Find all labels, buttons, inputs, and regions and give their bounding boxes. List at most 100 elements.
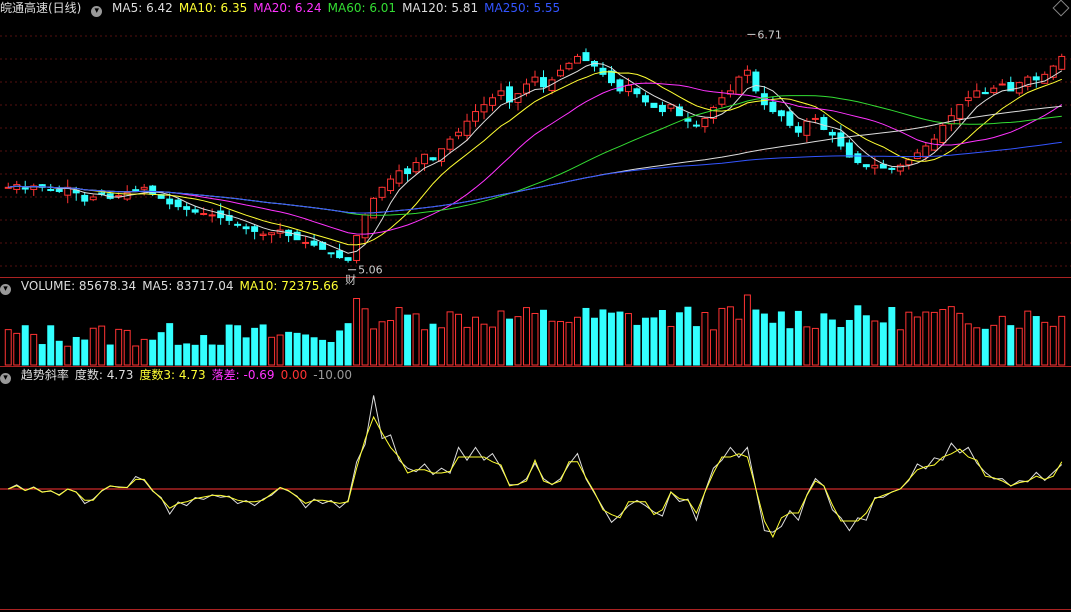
candle-body bbox=[582, 52, 590, 62]
volume-bar bbox=[735, 318, 743, 366]
volume-bar bbox=[140, 338, 148, 366]
volume-bar bbox=[990, 324, 998, 366]
volume-bar bbox=[157, 332, 165, 366]
candle-body bbox=[353, 235, 361, 261]
volume-bar bbox=[421, 329, 429, 366]
low-label: 5.06 bbox=[358, 264, 383, 277]
volume-bar bbox=[624, 313, 632, 366]
candle-body bbox=[845, 142, 853, 158]
candle-body bbox=[811, 117, 819, 120]
candle-body bbox=[81, 194, 89, 202]
candle-body bbox=[268, 232, 276, 236]
volume-bar bbox=[268, 336, 276, 366]
volume-bar bbox=[811, 327, 819, 366]
candle-body bbox=[378, 186, 386, 198]
candle-body bbox=[769, 101, 777, 113]
candle-body bbox=[183, 206, 191, 210]
volume-bar bbox=[276, 334, 284, 366]
candle-body bbox=[47, 189, 55, 192]
volume-bar bbox=[947, 306, 955, 366]
candle-body bbox=[871, 164, 879, 169]
candle-body bbox=[752, 71, 760, 92]
candle-body bbox=[446, 138, 454, 150]
candle-body bbox=[523, 83, 530, 94]
volume-bar bbox=[1041, 321, 1049, 366]
volume-bar bbox=[701, 312, 709, 366]
volume-bar bbox=[641, 317, 649, 366]
candle-body bbox=[421, 153, 429, 165]
volume-bar bbox=[353, 298, 361, 366]
candle-body bbox=[998, 83, 1006, 86]
volume-bar bbox=[862, 315, 870, 366]
candle-body bbox=[743, 69, 751, 76]
candle-body bbox=[208, 214, 216, 217]
candle-body bbox=[607, 70, 615, 84]
volume-bar bbox=[845, 319, 853, 366]
candle-body bbox=[658, 104, 666, 113]
volume-bar bbox=[446, 311, 454, 366]
volume-bar bbox=[429, 323, 437, 366]
volume-bar bbox=[497, 310, 505, 366]
volume-bar bbox=[540, 309, 547, 366]
volume-bar bbox=[565, 321, 573, 366]
volume-bar bbox=[174, 344, 182, 366]
volume-bar bbox=[956, 312, 964, 366]
volume-bar bbox=[438, 327, 446, 366]
volume-bar bbox=[879, 322, 887, 366]
candle-body bbox=[718, 97, 726, 105]
volume-bar bbox=[404, 314, 412, 366]
ma10-line bbox=[8, 71, 1062, 246]
candle-body bbox=[395, 170, 403, 184]
candle-body bbox=[472, 111, 480, 122]
candle-body bbox=[166, 198, 174, 205]
volume-bar bbox=[38, 344, 46, 366]
finance-mark: 财 bbox=[345, 273, 356, 287]
candle-body bbox=[574, 55, 581, 64]
volume-bar bbox=[200, 335, 208, 366]
chart-canvas[interactable]: 6.71 5.06财 bbox=[0, 0, 1071, 612]
volume-bar bbox=[998, 315, 1006, 366]
candle-body bbox=[200, 213, 208, 216]
candle-body bbox=[599, 67, 607, 75]
volume-bar bbox=[675, 312, 683, 366]
volume-bar bbox=[30, 333, 38, 366]
volume-bar bbox=[293, 332, 301, 366]
volume-bar bbox=[455, 313, 463, 366]
candle-body bbox=[412, 162, 420, 173]
candle-body bbox=[956, 104, 964, 119]
candle-body bbox=[837, 132, 845, 147]
volume-bar bbox=[64, 345, 72, 366]
volume-bar bbox=[760, 313, 768, 366]
volume-bar bbox=[387, 320, 395, 366]
candle-body bbox=[820, 117, 828, 130]
candle-body bbox=[922, 145, 930, 158]
volume-bar bbox=[854, 305, 862, 366]
candle-body bbox=[251, 226, 259, 232]
volume-bar bbox=[81, 339, 89, 366]
volume-bar bbox=[72, 336, 80, 366]
candle-body bbox=[55, 189, 63, 192]
volume-bar bbox=[922, 311, 930, 366]
volume-bar bbox=[395, 307, 403, 366]
candle-body bbox=[540, 77, 547, 88]
candle-body bbox=[794, 126, 802, 133]
candle-body bbox=[939, 124, 947, 144]
candle-body bbox=[854, 153, 862, 164]
volume-bar bbox=[939, 309, 947, 366]
candle-body bbox=[387, 178, 395, 192]
volume-bar bbox=[225, 324, 233, 366]
volume-bar bbox=[871, 320, 879, 366]
volume-bar bbox=[344, 323, 352, 366]
volume-bar bbox=[752, 309, 760, 366]
candle-body bbox=[191, 209, 199, 213]
volume-bar bbox=[1015, 327, 1023, 366]
volume-bar bbox=[370, 328, 378, 366]
candle-body bbox=[786, 111, 794, 126]
candle-body bbox=[463, 120, 471, 136]
candle-body bbox=[735, 76, 743, 95]
candle-body bbox=[616, 79, 624, 92]
volume-bar bbox=[208, 344, 216, 366]
volume-bar bbox=[930, 311, 938, 366]
volume-bar bbox=[786, 328, 794, 366]
volume-bar bbox=[964, 323, 972, 366]
